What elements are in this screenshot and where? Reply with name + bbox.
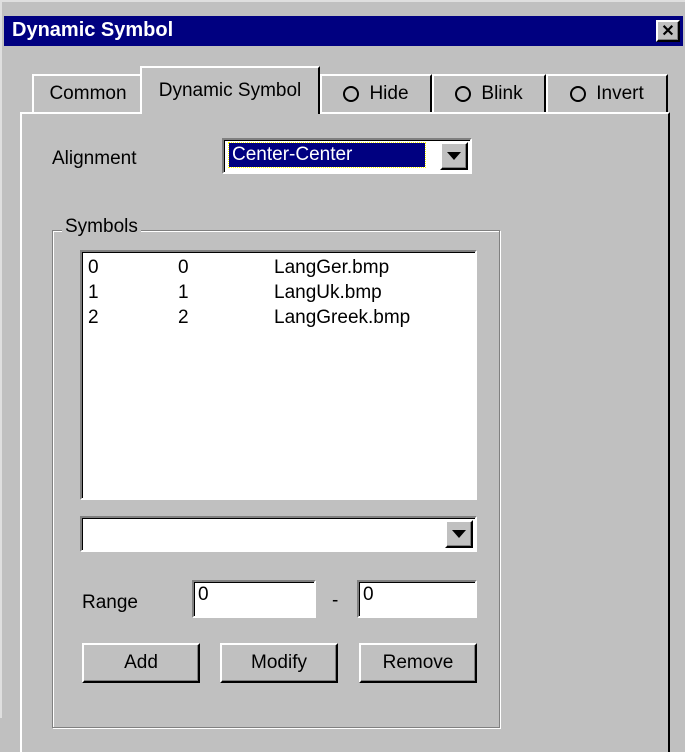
- window-title: Dynamic Symbol: [12, 19, 174, 41]
- symbols-list[interactable]: 0 0 LangGer.bmp 1 1 LangUk.bmp 2 2 LangG…: [80, 250, 477, 500]
- dropdown-button[interactable]: [440, 142, 468, 170]
- list-cell-value: 2: [178, 307, 189, 328]
- tab-label: Blink: [481, 83, 523, 104]
- range-to-input[interactable]: 0: [357, 580, 477, 618]
- tab-blink[interactable]: Blink: [432, 74, 546, 112]
- list-item[interactable]: 1 1 LangUk.bmp: [88, 282, 468, 306]
- tab-common[interactable]: Common: [32, 74, 144, 112]
- radio-icon[interactable]: [455, 86, 472, 102]
- dropdown-button[interactable]: [445, 520, 473, 548]
- list-cell-value: 1: [178, 282, 189, 303]
- close-icon: ✕: [661, 23, 675, 40]
- list-cell-index: 0: [88, 257, 99, 278]
- symbols-group-label: Symbols: [62, 216, 141, 238]
- alignment-dropdown[interactable]: Center-Center: [222, 138, 472, 174]
- title-bar[interactable]: Dynamic Symbol ✕: [4, 16, 683, 46]
- dialog-window: Dynamic Symbol ✕ Common Dynamic Symbol H…: [0, 0, 685, 752]
- add-button[interactable]: Add: [82, 643, 200, 683]
- range-from-input[interactable]: 0: [192, 580, 316, 618]
- tab-label: Invert: [596, 83, 644, 104]
- remove-button[interactable]: Remove: [359, 643, 477, 683]
- range-label: Range: [82, 592, 138, 613]
- tab-label: Hide: [369, 83, 409, 104]
- list-item[interactable]: 2 2 LangGreek.bmp: [88, 307, 468, 331]
- range-separator: -: [332, 590, 339, 611]
- symbol-file-dropdown[interactable]: [80, 516, 477, 552]
- tab-label: Common: [49, 83, 127, 104]
- tab-invert[interactable]: Invert: [546, 74, 668, 112]
- list-cell-file: LangUk.bmp: [274, 282, 382, 303]
- chevron-down-icon: [452, 530, 466, 538]
- list-cell-file: LangGer.bmp: [274, 257, 390, 278]
- list-item[interactable]: 0 0 LangGer.bmp: [88, 257, 468, 281]
- list-cell-value: 0: [178, 257, 189, 278]
- alignment-label: Alignment: [52, 148, 137, 169]
- close-button[interactable]: ✕: [656, 20, 680, 42]
- modify-button[interactable]: Modify: [220, 643, 338, 683]
- tab-dynamic-symbol[interactable]: Dynamic Symbol: [140, 66, 320, 114]
- list-cell-index: 1: [88, 282, 99, 303]
- list-cell-file: LangGreek.bmp: [274, 307, 411, 328]
- radio-icon[interactable]: [343, 86, 360, 102]
- alignment-selected-value: Center-Center: [228, 142, 426, 168]
- tab-hide[interactable]: Hide: [320, 74, 432, 112]
- chevron-down-icon: [447, 152, 461, 160]
- list-cell-index: 2: [88, 307, 99, 328]
- radio-icon[interactable]: [570, 86, 587, 102]
- tab-label: Dynamic Symbol: [158, 80, 302, 101]
